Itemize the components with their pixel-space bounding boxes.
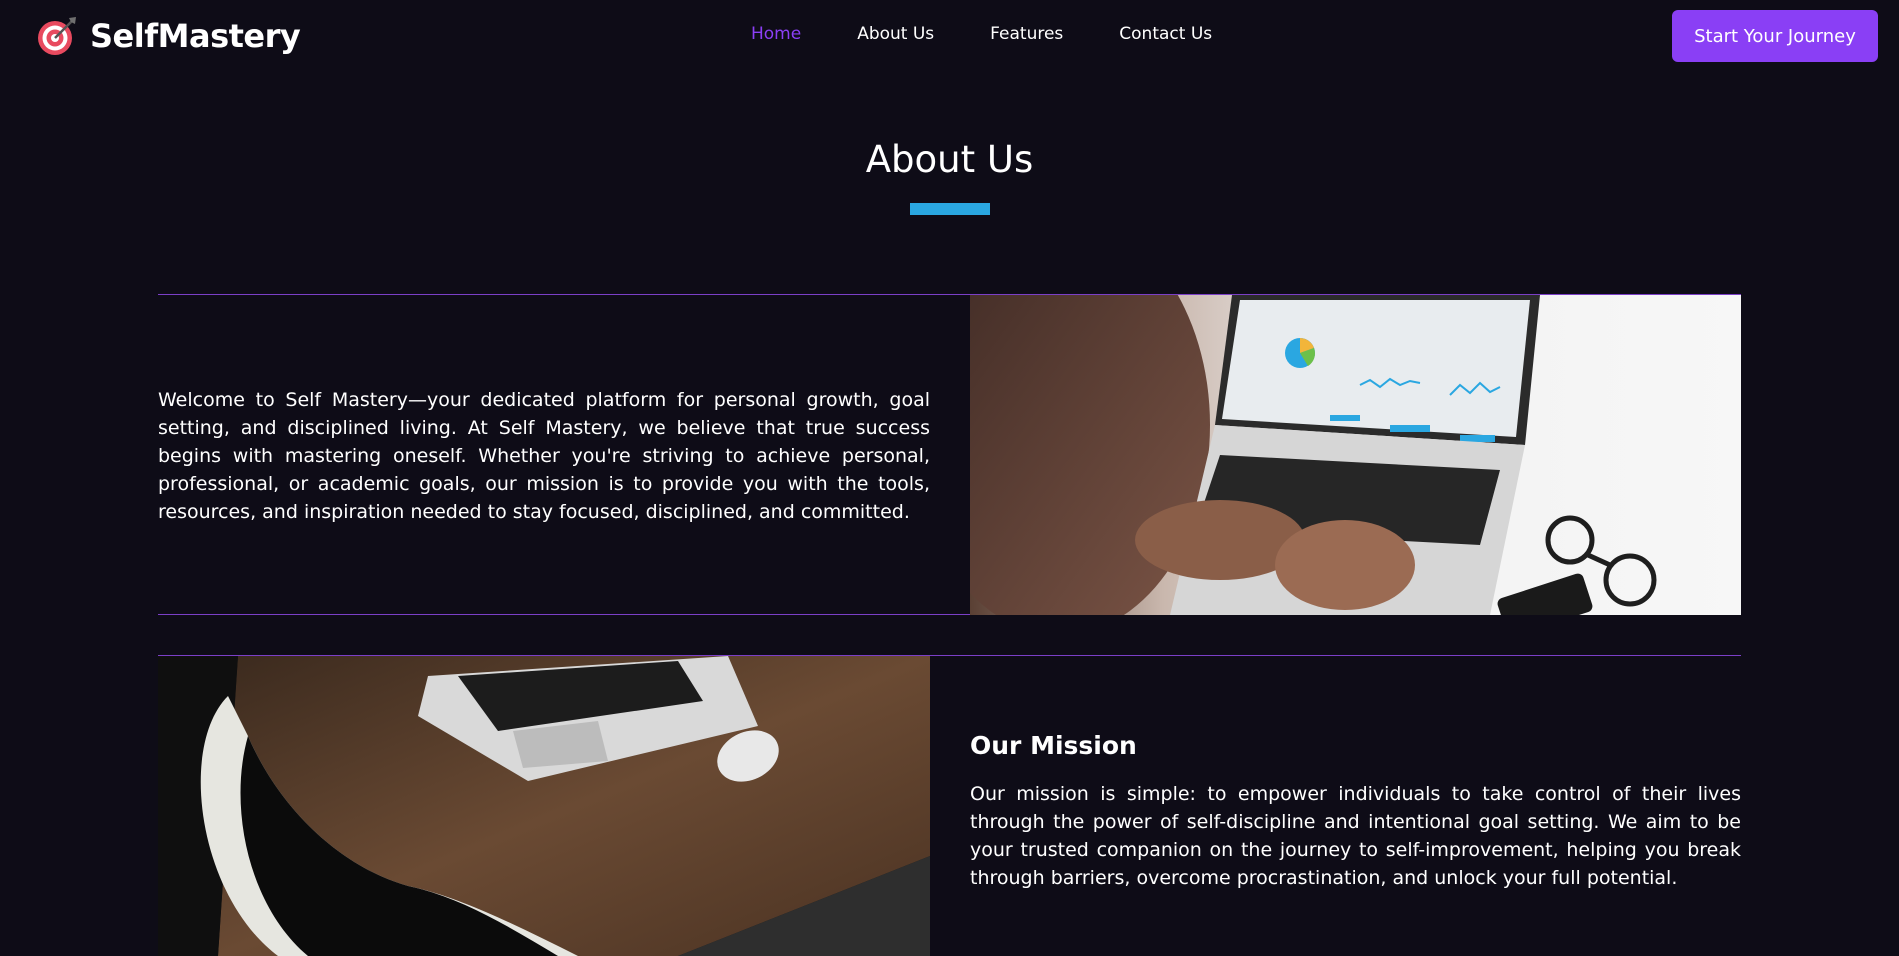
mission-title: Our Mission bbox=[970, 731, 1137, 760]
start-journey-button[interactable]: Start Your Journey bbox=[1672, 10, 1878, 62]
nav-contact-us[interactable]: Contact Us bbox=[1119, 24, 1212, 44]
navbar: SelfMastery Home About Us Features Conta… bbox=[0, 0, 1899, 72]
target-icon bbox=[38, 17, 76, 55]
page-title: About Us bbox=[865, 138, 1034, 181]
brand-logo[interactable]: SelfMastery bbox=[36, 14, 301, 58]
mission-row: Our Mission Our mission is simple: to em… bbox=[158, 655, 1741, 956]
brand-name: SelfMastery bbox=[90, 17, 301, 55]
about-intro-text: Welcome to Self Mastery—your dedicated p… bbox=[158, 389, 930, 523]
mission-content: Our Mission Our mission is simple: to em… bbox=[970, 731, 1741, 892]
nav-home[interactable]: Home bbox=[751, 24, 801, 44]
mission-text: Our mission is simple: to empower indivi… bbox=[970, 783, 1741, 889]
nav-features[interactable]: Features bbox=[990, 24, 1063, 44]
title-underline bbox=[910, 203, 990, 215]
nav-about-us[interactable]: About Us bbox=[857, 24, 934, 44]
main-nav: Home About Us Features Contact Us bbox=[751, 24, 1212, 48]
laptop-analytics-photo bbox=[970, 295, 1741, 615]
desk-laptop-photo bbox=[158, 656, 930, 956]
about-intro-row: Welcome to Self Mastery—your dedicated p… bbox=[158, 294, 1741, 615]
